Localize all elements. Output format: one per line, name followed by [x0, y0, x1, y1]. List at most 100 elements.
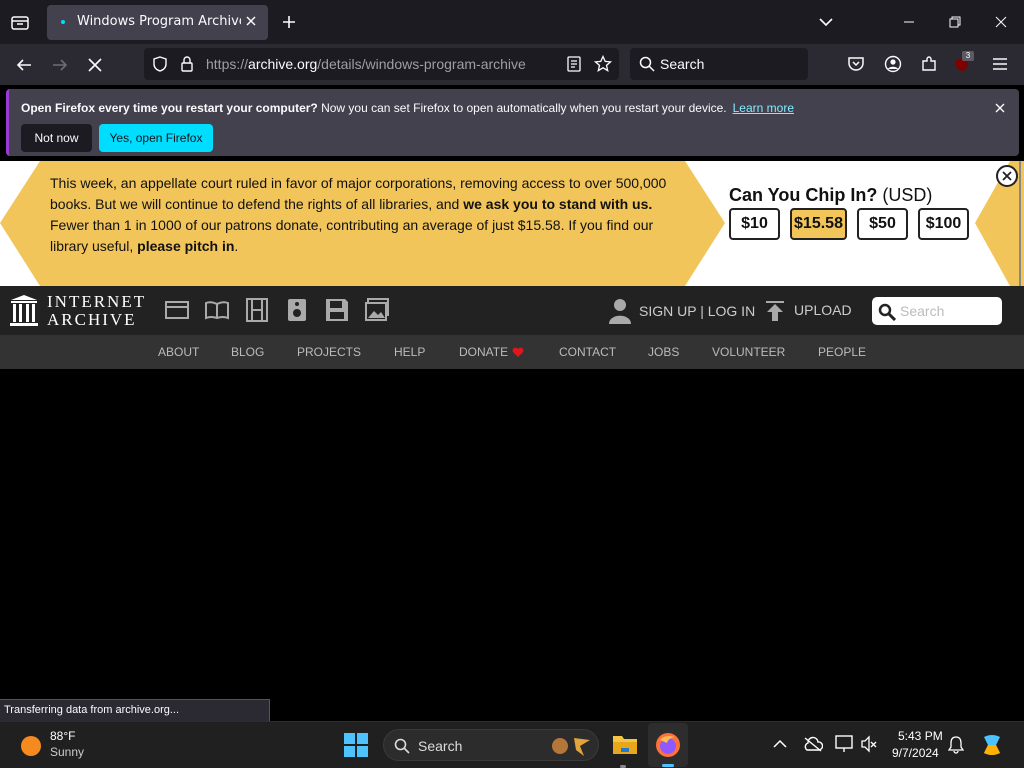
- navigation-toolbar: https://archive.org/details/windows-prog…: [0, 44, 1024, 85]
- chip-in-currency: (USD): [877, 185, 933, 205]
- learn-more-link[interactable]: Learn more: [733, 101, 794, 115]
- new-tab-icon[interactable]: [281, 14, 297, 30]
- donate-amount-50-button[interactable]: $50: [857, 208, 908, 240]
- chip-in-title: Can You Chip In? (USD): [729, 185, 932, 206]
- restore-icon[interactable]: [949, 16, 961, 28]
- donation-banner: This week, an appellate court ruled in f…: [0, 161, 1024, 286]
- upload-link[interactable]: UPLOAD: [794, 302, 852, 318]
- file-explorer-icon[interactable]: [612, 732, 638, 756]
- nav-contact-link[interactable]: CONTACT: [559, 345, 616, 359]
- ia-top-nav: INTERNET ARCHIVE SIGN UP | LOG IN UPLOAD…: [0, 286, 1024, 335]
- notification-text: Now you can set Firefox to open automati…: [317, 101, 727, 115]
- volume-muted-icon[interactable]: [860, 735, 878, 753]
- address-bar[interactable]: https://archive.org/details/windows-prog…: [144, 48, 619, 80]
- ia-logo-wordmark[interactable]: INTERNET ARCHIVE: [47, 293, 146, 329]
- close-banner-button[interactable]: [996, 165, 1018, 187]
- nav-volunteer-link[interactable]: VOLUNTEER: [712, 345, 785, 359]
- scrollbar-thumb[interactable]: [1019, 161, 1021, 299]
- firefox-taskbar-button[interactable]: [648, 723, 688, 767]
- lock-icon[interactable]: [180, 56, 194, 72]
- taskbar-search-box[interactable]: Search: [383, 729, 599, 761]
- stop-loading-icon[interactable]: [87, 57, 103, 73]
- url-prefix: https://: [206, 56, 249, 72]
- nav-people-link[interactable]: PEOPLE: [818, 345, 866, 359]
- upload-arrow-icon[interactable]: [765, 300, 785, 322]
- notification-message: Open Firefox every time you restart your…: [21, 101, 794, 115]
- forward-icon[interactable]: [51, 57, 69, 73]
- ia-search-placeholder: Search: [900, 303, 945, 319]
- list-tabs-chevron-icon[interactable]: [818, 15, 834, 29]
- display-network-icon[interactable]: [835, 735, 855, 753]
- app-menu-hamburger-icon[interactable]: [992, 57, 1008, 71]
- sign-up-log-in-link[interactable]: SIGN UP | LOG IN: [639, 303, 755, 319]
- search-box-label: Search: [660, 56, 705, 72]
- account-icon[interactable]: [884, 55, 902, 73]
- windows-start-icon[interactable]: [344, 733, 368, 757]
- clock-time: 5:43 PM: [898, 729, 943, 743]
- audio-speaker-icon[interactable]: [285, 298, 309, 322]
- user-avatar-icon[interactable]: [609, 298, 631, 324]
- tracking-protection-shield-icon[interactable]: [152, 56, 168, 72]
- software-floppy-icon[interactable]: [325, 298, 349, 322]
- pocket-icon[interactable]: [847, 56, 865, 72]
- donate-amount-10-button[interactable]: $10: [729, 208, 780, 240]
- internet-archive-logo-icon[interactable]: [10, 295, 38, 326]
- heart-icon: [512, 347, 524, 357]
- firefox-view-icon[interactable]: [11, 14, 29, 30]
- minimize-icon[interactable]: [903, 16, 915, 28]
- nav-jobs-link[interactable]: JOBS: [648, 345, 679, 359]
- windows-taskbar: 88°F Sunny Search 5:43 PM 9/7/2024: [0, 721, 1024, 768]
- not-now-button[interactable]: Not now: [21, 124, 92, 152]
- back-icon[interactable]: [15, 57, 33, 73]
- weather-widget[interactable]: 88°F Sunny: [10, 722, 110, 768]
- nav-projects-link[interactable]: PROJECTS: [297, 345, 361, 359]
- web-archive-icon[interactable]: [165, 298, 189, 322]
- close-tab-icon[interactable]: [242, 12, 260, 30]
- tab-strip: Windows Program Archive : No: [0, 0, 1024, 44]
- reader-view-icon[interactable]: [567, 56, 581, 72]
- close-window-icon[interactable]: [995, 16, 1007, 28]
- images-icon[interactable]: [365, 298, 389, 322]
- notification-bell-icon[interactable]: [948, 736, 964, 754]
- tab-active[interactable]: Windows Program Archive : No: [47, 5, 268, 40]
- search-highlight-icon: [552, 738, 590, 756]
- page-scrollbar[interactable]: [1016, 161, 1024, 301]
- onedrive-offline-icon[interactable]: [803, 736, 823, 752]
- search-icon: [394, 738, 410, 754]
- url-host: archive.org: [248, 56, 318, 72]
- ia-logo-line2: ARCHIVE: [47, 310, 137, 329]
- nav-blog-link[interactable]: BLOG: [231, 345, 264, 359]
- url-text[interactable]: https://archive.org/details/windows-prog…: [206, 56, 526, 72]
- firefox-icon: [656, 733, 680, 757]
- ia-search-input[interactable]: Search: [872, 297, 1002, 325]
- nav-help-link[interactable]: HELP: [394, 345, 425, 359]
- extension-badge: 3: [962, 51, 974, 61]
- tab-title: Windows Program Archive : No: [77, 14, 241, 29]
- browser-search-box[interactable]: Search: [630, 48, 808, 80]
- status-text: Transferring data from archive.org...: [4, 704, 180, 716]
- search-icon: [878, 303, 896, 321]
- default-browser-notification: Open Firefox every time you restart your…: [6, 89, 1019, 156]
- notification-bold-text: Open Firefox every time you restart your…: [21, 101, 318, 115]
- donation-message: This week, an appellate court ruled in f…: [50, 173, 690, 257]
- nav-about-link[interactable]: ABOUT: [158, 345, 199, 359]
- sun-weather-icon: [21, 736, 41, 756]
- books-icon[interactable]: [205, 298, 229, 322]
- yes-open-firefox-button[interactable]: Yes, open Firefox: [99, 124, 213, 152]
- copilot-icon[interactable]: [980, 733, 1004, 757]
- donation-line1-bold: we ask you to stand with us.: [463, 196, 653, 212]
- donate-amount-15-58-button[interactable]: $15.58: [790, 208, 847, 240]
- ublock-extension-button[interactable]: 3: [954, 51, 974, 74]
- clock-button[interactable]: 5:43 PM 9/7/2024: [885, 722, 943, 768]
- url-path: /details/windows-program-archive: [317, 56, 526, 72]
- close-notification-icon[interactable]: [993, 101, 1007, 115]
- video-film-icon[interactable]: [245, 298, 269, 322]
- ia-secondary-nav: ABOUT BLOG PROJECTS HELP DONATE CONTACT …: [0, 335, 1024, 369]
- bookmark-star-icon[interactable]: [594, 55, 612, 73]
- clock-date: 9/7/2024: [892, 746, 939, 760]
- loading-tab-icon: [61, 20, 65, 24]
- extensions-puzzle-icon[interactable]: [920, 55, 938, 73]
- show-hidden-icons-chevron-icon[interactable]: [773, 738, 787, 750]
- donate-amount-100-button[interactable]: $100: [918, 208, 969, 240]
- nav-donate-link[interactable]: DONATE: [459, 345, 508, 359]
